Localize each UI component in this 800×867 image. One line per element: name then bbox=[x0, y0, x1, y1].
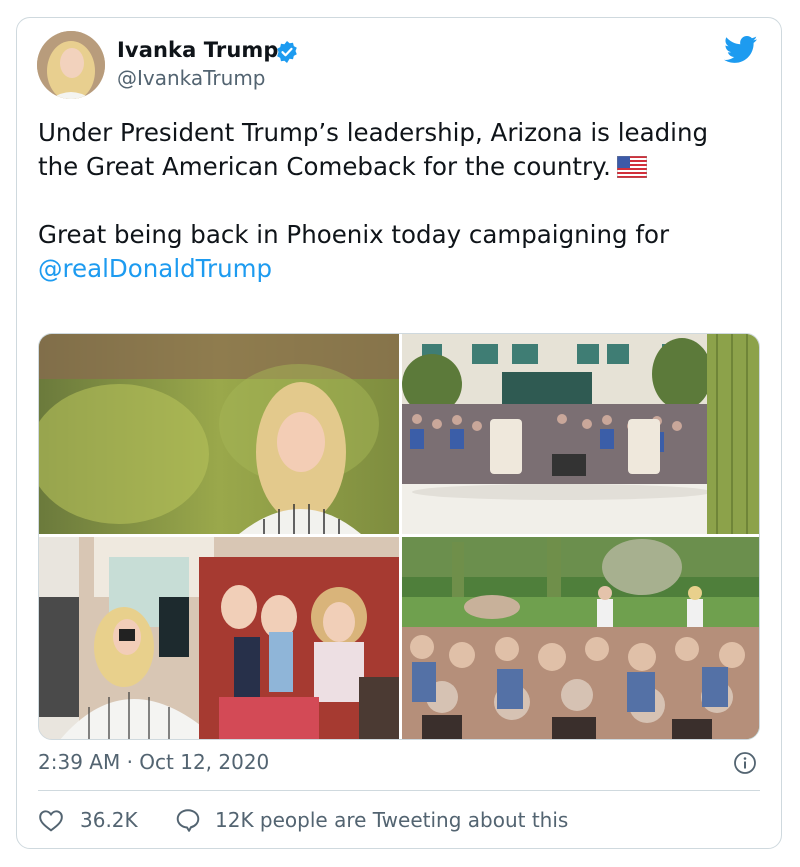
heart-icon bbox=[39, 810, 63, 832]
verified-badge-icon bbox=[277, 41, 297, 63]
photo-outdoor-audience[interactable] bbox=[402, 537, 759, 739]
photo-stage-event[interactable] bbox=[402, 334, 759, 534]
us-flag-icon bbox=[616, 156, 647, 178]
divider bbox=[38, 790, 760, 791]
tweet-text: Under President Trump’s leadership, Ariz… bbox=[38, 116, 738, 286]
like-count: 36.2K bbox=[80, 808, 138, 832]
mention-link[interactable]: @realDonaldTrump bbox=[38, 254, 272, 283]
author-handle[interactable]: @IvankaTrump bbox=[117, 66, 266, 90]
tweet-timestamp[interactable]: 2:39 AM · Oct 12, 2020 bbox=[38, 750, 269, 774]
info-icon[interactable] bbox=[733, 751, 757, 775]
tweet-text-line2: Great being back in Phoenix today campai… bbox=[38, 220, 670, 249]
author-name[interactable]: Ivanka Trump bbox=[117, 38, 279, 62]
photo-children-indoors[interactable] bbox=[39, 537, 399, 739]
tweet-text-line1: Under President Trump’s leadership, Ariz… bbox=[38, 118, 709, 181]
twitter-bird-icon[interactable] bbox=[724, 36, 758, 64]
tweeting-text: 12K people are Tweeting about this bbox=[215, 808, 569, 832]
speech-bubble-icon bbox=[176, 809, 200, 832]
tweeting-link[interactable]: 12K people are Tweeting about this bbox=[175, 806, 568, 834]
photo-grid bbox=[38, 333, 760, 740]
photo-portrait-outdoors[interactable] bbox=[39, 334, 399, 534]
author-avatar[interactable] bbox=[37, 31, 105, 99]
like-button[interactable]: 36.2K bbox=[38, 806, 138, 834]
